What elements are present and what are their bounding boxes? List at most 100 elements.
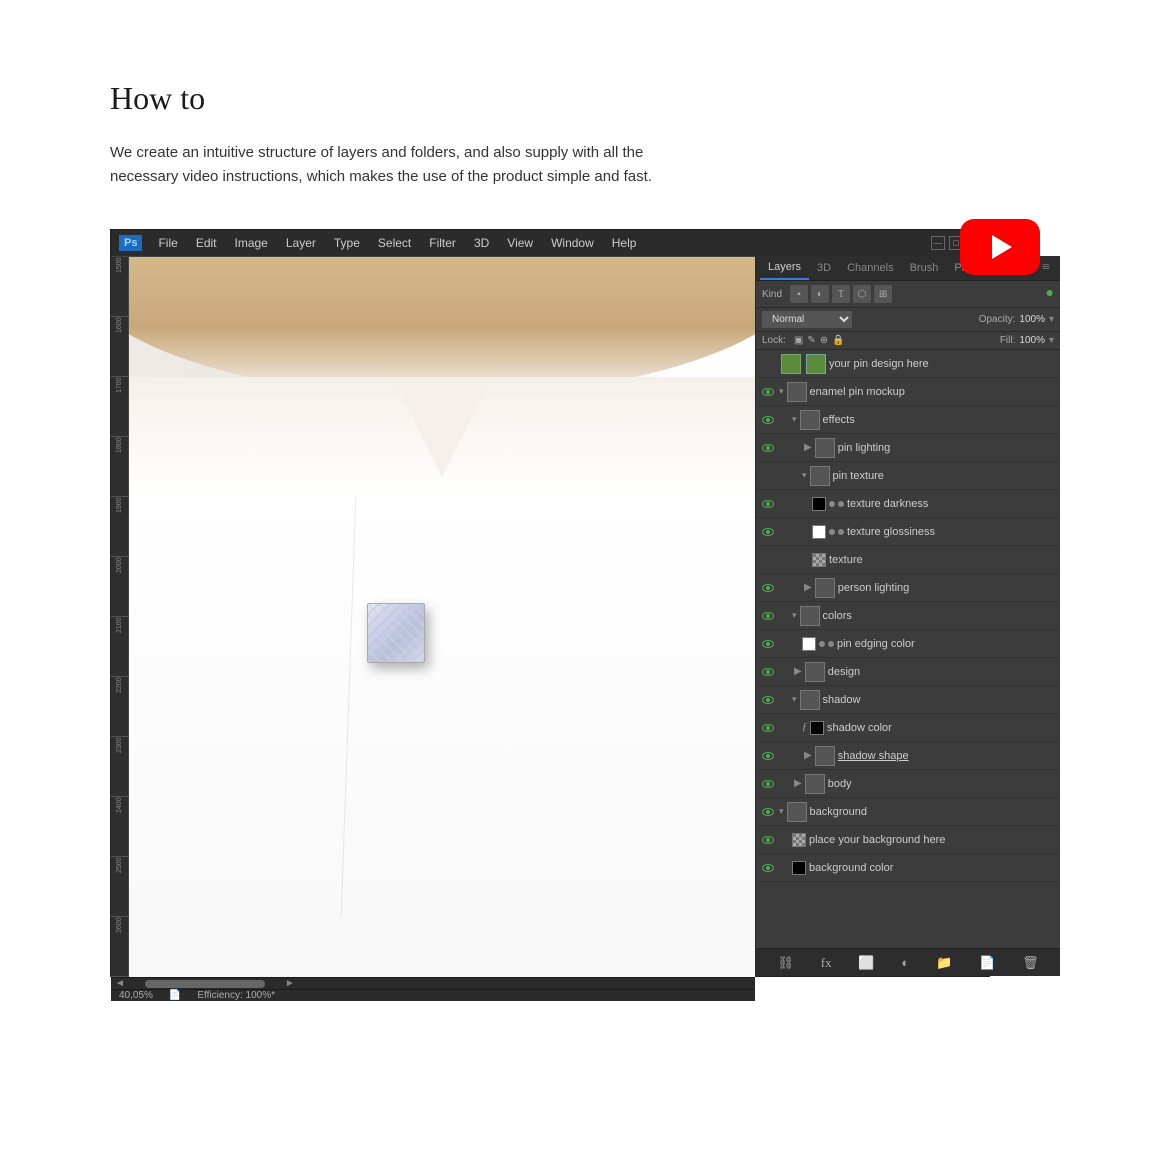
filter-shape-icon[interactable]: ⬡ [853, 285, 871, 303]
layer-eye-toggle[interactable] [760, 384, 776, 400]
layer-item[interactable]: your pin design here [756, 350, 1060, 378]
layer-item[interactable]: place your background here [756, 826, 1060, 854]
eye-icon [762, 388, 774, 396]
filter-toggle[interactable]: ● [1046, 286, 1054, 302]
new-layer-button[interactable]: 📄 [979, 955, 995, 971]
layer-collapse-chevron[interactable]: ▾ [792, 414, 797, 425]
add-mask-button[interactable]: ⬜ [858, 955, 874, 971]
tab-brush[interactable]: Brush [902, 257, 947, 279]
layer-visibility-toggle[interactable] [760, 468, 776, 484]
delete-layer-button[interactable]: 🗑 [1022, 955, 1039, 971]
layer-eye-toggle[interactable] [760, 524, 776, 540]
blend-mode-dropdown[interactable]: Normal [762, 311, 852, 328]
layer-eye-toggle[interactable] [760, 636, 776, 652]
layer-item[interactable]: ƒ shadow color [756, 714, 1060, 742]
menu-view[interactable]: View [499, 234, 541, 252]
layer-item[interactable]: ▾ colors [756, 602, 1060, 630]
layers-list[interactable]: your pin design here ▾ enamel pin mock [756, 350, 1060, 948]
layer-expand-arrow[interactable]: ▶ [794, 666, 802, 677]
eye-icon [762, 752, 774, 760]
menu-select[interactable]: Select [370, 234, 419, 252]
layer-name: background color [809, 862, 1056, 874]
menu-window[interactable]: Window [543, 234, 602, 252]
layers-panel: Layers 3D Channels Brush Paths ≡ Kind ▪ … [755, 256, 1060, 976]
filter-pixel-icon[interactable]: ▪ [790, 285, 808, 303]
layer-color-swatch [810, 721, 824, 735]
layer-item[interactable]: ▾ shadow [756, 686, 1060, 714]
layer-item[interactable]: pin edging color [756, 630, 1060, 658]
layer-collapse-chevron[interactable]: ▾ [792, 610, 797, 621]
fill-value: 100% [1019, 335, 1045, 346]
layer-eye-toggle[interactable] [760, 412, 776, 428]
folder-icon [817, 749, 833, 763]
layer-item[interactable]: ▶ shadow shape [756, 742, 1060, 770]
layer-eye-toggle[interactable] [760, 692, 776, 708]
layer-collapse-chevron[interactable]: ▾ [779, 386, 784, 397]
layer-expand-arrow[interactable]: ▶ [804, 582, 812, 593]
layer-expand-arrow[interactable]: ▶ [794, 778, 802, 789]
layer-item[interactable]: ▶ body [756, 770, 1060, 798]
menu-edit[interactable]: Edit [188, 234, 225, 252]
layer-eye-toggle[interactable] [760, 748, 776, 764]
layer-eye-toggle[interactable] [760, 440, 776, 456]
layer-eye-toggle[interactable] [760, 860, 776, 876]
window-minimize[interactable]: — [931, 236, 945, 250]
tab-channels[interactable]: Channels [839, 257, 901, 279]
layer-eye-toggle[interactable] [760, 720, 776, 736]
menu-layer[interactable]: Layer [278, 234, 324, 252]
filter-adjustment-icon[interactable]: ◐ [811, 285, 829, 303]
layer-expand-arrow[interactable]: ▶ [804, 750, 812, 761]
layer-item[interactable]: ▾ effects [756, 406, 1060, 434]
layer-eye-toggle[interactable] [760, 496, 776, 512]
layer-eye-toggle[interactable] [760, 664, 776, 680]
layer-item[interactable]: texture [756, 546, 1060, 574]
layer-eye-toggle[interactable] [760, 804, 776, 820]
layer-folder-thumb [800, 690, 820, 710]
menu-file[interactable]: File [150, 234, 185, 252]
layer-collapse-chevron[interactable]: ▾ [792, 694, 797, 705]
menu-filter[interactable]: Filter [421, 234, 464, 252]
layer-item[interactable]: ▾ pin texture [756, 462, 1060, 490]
tab-layers[interactable]: Layers [760, 256, 809, 280]
layer-eye-toggle[interactable] [760, 776, 776, 792]
filter-smart-icon[interactable]: ⊞ [874, 285, 892, 303]
layer-expand-arrow[interactable]: ▶ [804, 442, 812, 453]
layer-item[interactable]: ▾ background [756, 798, 1060, 826]
menu-3d[interactable]: 3D [466, 234, 497, 252]
h-scrollbar-thumb[interactable] [145, 980, 265, 988]
lock-all-icon[interactable]: 🔒 [832, 335, 844, 346]
new-group-button[interactable]: 📁 [936, 955, 952, 971]
lock-transparency-icon[interactable]: ▣ [794, 335, 803, 346]
menu-image[interactable]: Image [227, 234, 276, 252]
link-layers-button[interactable]: ⛓ [777, 955, 794, 971]
layer-eye-toggle[interactable] [760, 580, 776, 596]
tab-3d[interactable]: 3D [809, 257, 839, 279]
layer-visibility-toggle[interactable] [760, 552, 776, 568]
layer-item[interactable]: ▶ person lighting [756, 574, 1060, 602]
lock-paint-icon[interactable]: ✎ [807, 335, 815, 346]
layer-mask-thumb [806, 354, 826, 374]
menu-help[interactable]: Help [604, 234, 645, 252]
layer-eye-toggle[interactable] [760, 832, 776, 848]
menu-type[interactable]: Type [326, 234, 368, 252]
layer-item[interactable]: ▶ design [756, 658, 1060, 686]
layer-collapse-chevron[interactable]: ▾ [779, 806, 784, 817]
layer-color-swatch [812, 497, 826, 511]
layer-item[interactable]: background color [756, 854, 1060, 882]
canvas[interactable] [129, 257, 755, 977]
layer-eye-toggle[interactable] [760, 608, 776, 624]
layer-item[interactable]: ▶ pin lighting [756, 434, 1060, 462]
layer-folder-thumb [787, 382, 807, 402]
h-scrollbar[interactable]: ◄ ► [111, 977, 755, 989]
layer-item[interactable]: texture glossiness [756, 518, 1060, 546]
layer-visibility-toggle[interactable] [760, 355, 778, 373]
filter-type-icon[interactable]: T [832, 285, 850, 303]
lock-position-icon[interactable]: ⊕ [820, 335, 828, 346]
layer-name: shadow shape [838, 750, 1056, 762]
layer-item[interactable]: texture darkness [756, 490, 1060, 518]
add-adjustment-button[interactable]: ◐ [901, 955, 909, 971]
layer-item[interactable]: ▾ enamel pin mockup [756, 378, 1060, 406]
add-fx-button[interactable]: fx [821, 955, 832, 971]
youtube-play-button[interactable] [960, 219, 1040, 275]
layer-collapse-chevron[interactable]: ▾ [802, 470, 807, 481]
